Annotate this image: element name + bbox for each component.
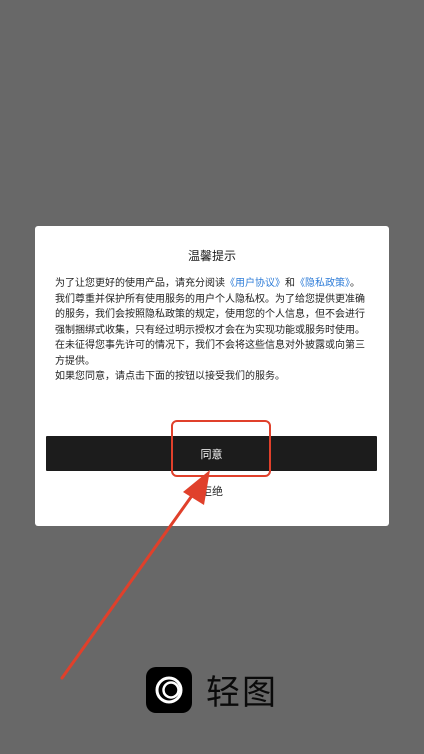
reject-button[interactable]: 拒绝 — [35, 484, 389, 500]
app-logo-icon — [146, 666, 192, 713]
lens-ring-icon — [155, 676, 183, 703]
user-agreement-link[interactable]: 《用户协议》 — [225, 278, 285, 289]
dialog-title: 温馨提示 — [187, 249, 236, 263]
brand-logo: 轻图 — [146, 665, 278, 714]
consent-paragraph: 如果您同意，请点击下面的按钮以接受我们的服务。 — [55, 371, 285, 382]
intro-paragraph: 为了让您更好的使用产品，请充分阅读《用户协议》和《隐私政策》。 — [55, 276, 369, 292]
privacy-policy-link[interactable]: 《隐私政策》 — [295, 278, 350, 289]
intro-prefix: 为了让您更好的使用产品，请充分阅读 — [55, 278, 225, 289]
conjunction-text: 和 — [285, 278, 295, 289]
annotation-highlight-box — [171, 420, 271, 477]
intro-suffix: 。 — [350, 278, 360, 289]
privacy-dialog: 温馨提示 为了让您更好的使用产品，请充分阅读《用户协议》和《隐私政策》。 我们尊… — [35, 226, 389, 526]
dialog-body: 为了让您更好的使用产品，请充分阅读《用户协议》和《隐私政策》。 我们尊重并保护所… — [55, 276, 369, 385]
brand-name: 轻图 — [206, 673, 278, 713]
privacy-paragraph: 我们尊重并保护所有使用服务的用户个人隐私权。为了给您提供更准确的服务，我们会按照… — [55, 293, 365, 367]
